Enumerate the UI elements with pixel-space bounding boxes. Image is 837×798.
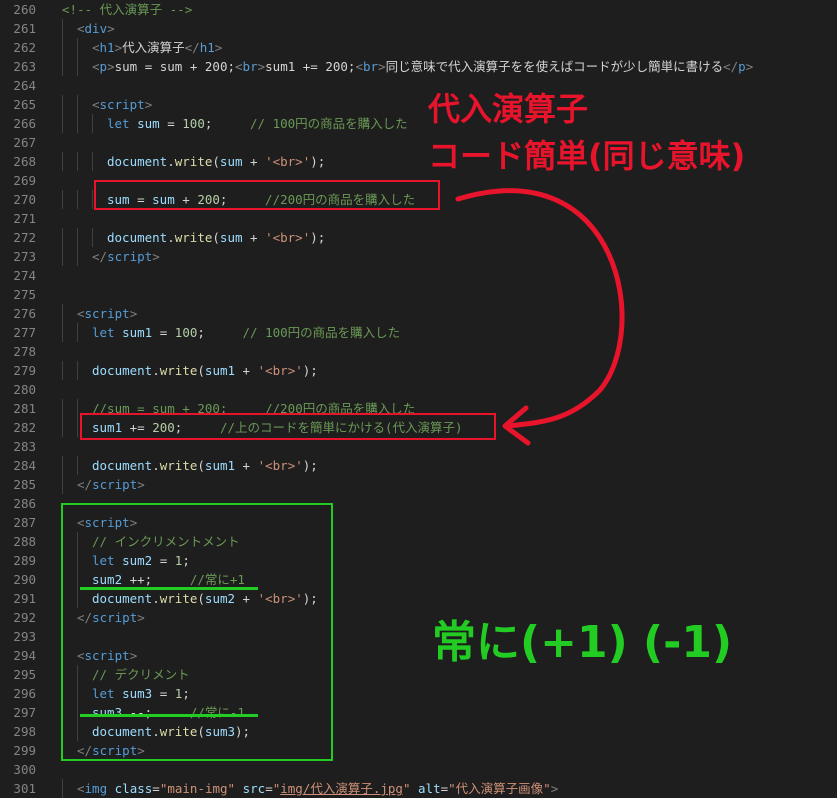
- annotation-red-title: 代入演算子: [428, 90, 589, 128]
- highlight-line-270: [94, 180, 440, 210]
- annotation-green-text: 常に(+1) (-1): [432, 617, 733, 668]
- annotation-red-subtitle: コード簡単(同じ意味): [428, 137, 746, 175]
- highlight-line-282: [80, 413, 496, 440]
- underline-line-290: [80, 587, 258, 590]
- underline-line-297: [80, 714, 258, 717]
- highlight-increment-decrement-block: [61, 503, 333, 761]
